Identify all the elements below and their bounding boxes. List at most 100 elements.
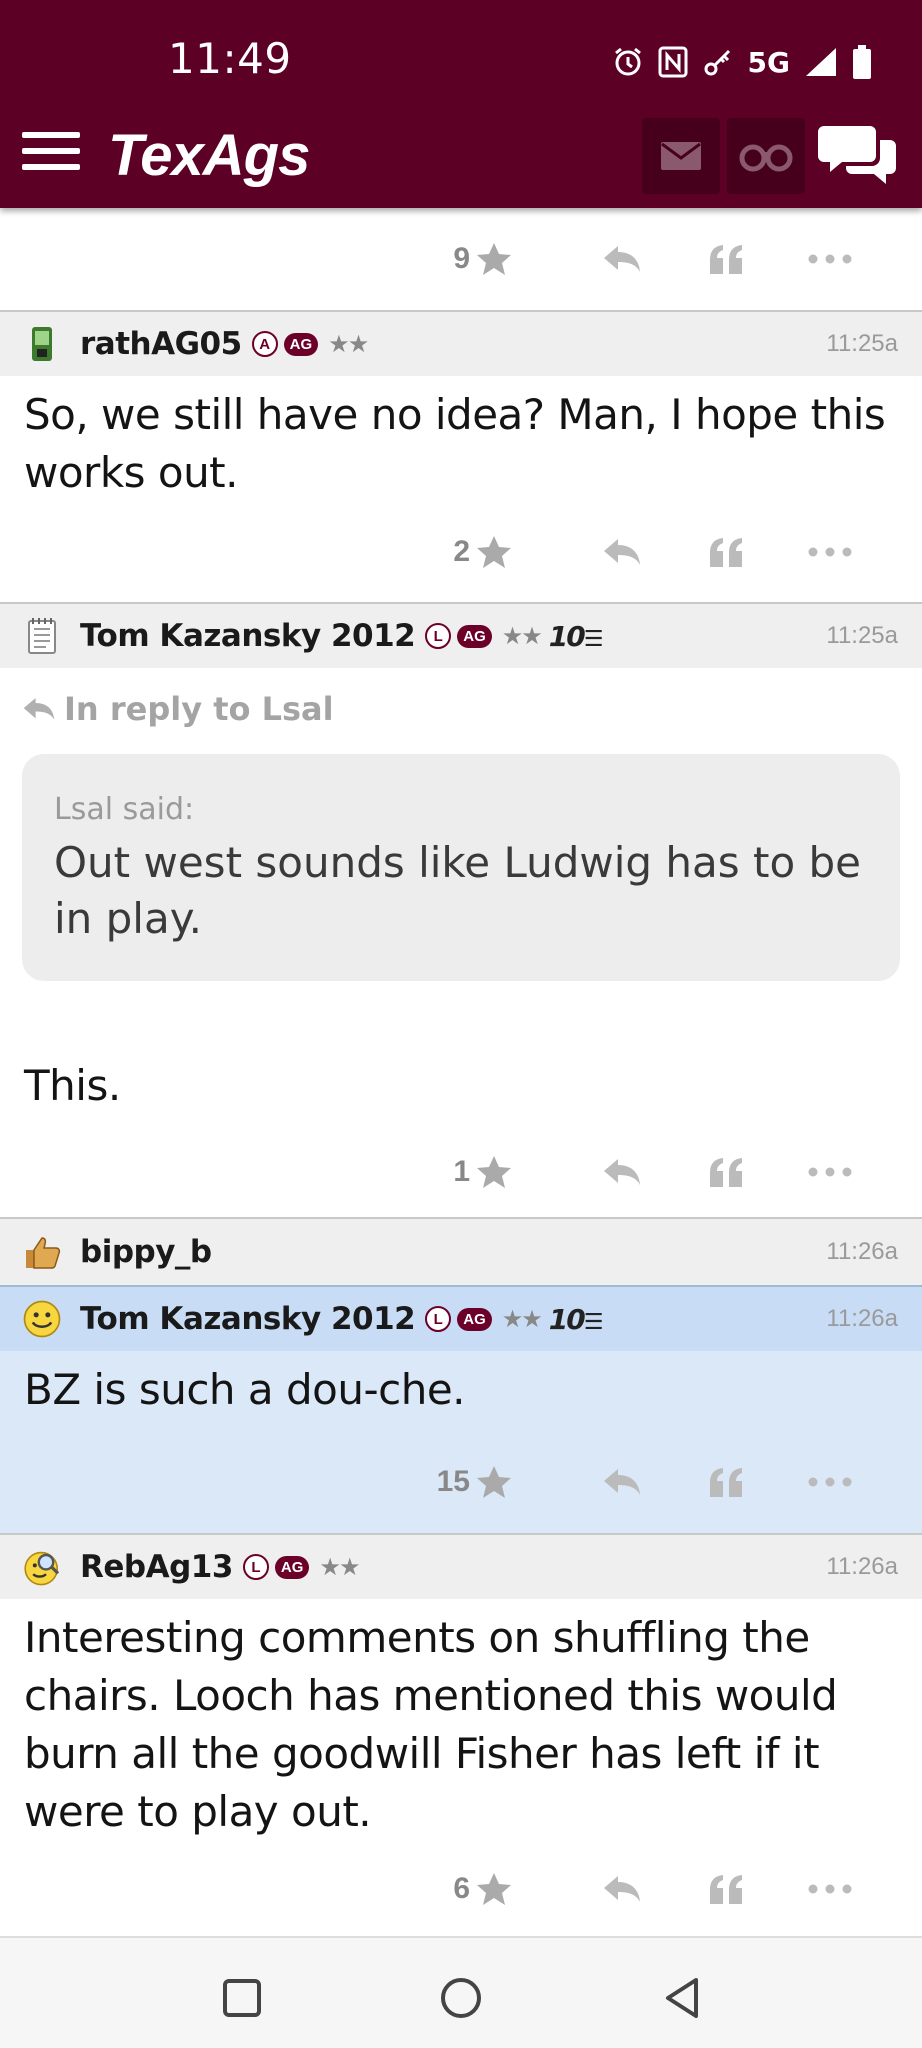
avatar[interactable]	[22, 324, 62, 364]
post-actions: 2	[0, 502, 922, 602]
watch-button[interactable]	[727, 118, 805, 194]
more-icon	[808, 254, 852, 264]
messages-button[interactable]	[642, 118, 720, 194]
star-icon	[477, 1156, 511, 1188]
post-score[interactable]: 1	[453, 1155, 512, 1189]
app-logo[interactable]: TexAgs	[108, 122, 310, 189]
post-score[interactable]: 15	[437, 1465, 512, 1499]
post-body: Interesting comments on shuffling the ch…	[24, 1613, 838, 1836]
post-time[interactable]: 11:26a	[826, 1553, 898, 1581]
post-score[interactable]: 2	[453, 535, 512, 569]
more-button[interactable]	[778, 1477, 882, 1487]
home-button[interactable]	[431, 1968, 491, 2028]
more-button[interactable]	[778, 1167, 882, 1177]
star-icon	[477, 1873, 511, 1905]
magnifier-smiley-avatar-icon	[24, 1551, 60, 1586]
member-badge: L	[242, 1554, 269, 1580]
post-body: This.	[24, 1061, 121, 1110]
post-actions: 15	[0, 1431, 922, 1533]
reply-button[interactable]	[570, 1157, 674, 1187]
avatar[interactable]	[22, 1299, 62, 1339]
post-header[interactable]: bippy_b 11:26a	[0, 1217, 922, 1285]
ag-badge: AG	[283, 332, 319, 356]
username[interactable]: Tom Kazansky 2012	[80, 1301, 416, 1337]
post-body: So, we still have no idea? Man, I hope t…	[24, 390, 886, 497]
post-score[interactable]: 9	[453, 242, 512, 276]
smiley-avatar-icon	[23, 1300, 61, 1338]
reply-icon	[604, 1159, 640, 1185]
highlighted-post: BZ is such a dou-che. 15	[0, 1351, 922, 1533]
more-icon	[808, 547, 852, 557]
status-time: 11:49	[168, 34, 292, 83]
reply-button[interactable]	[570, 1874, 674, 1904]
quote-text: Out west sounds like Ludwig has to be in…	[54, 838, 862, 943]
star-icon	[477, 243, 511, 275]
binoculars-icon	[739, 144, 793, 172]
in-reply-link[interactable]: In reply to Lsal	[0, 668, 922, 728]
post-time[interactable]: 11:26a	[826, 1238, 898, 1266]
username[interactable]: RebAg13	[80, 1549, 233, 1585]
battery-icon	[853, 45, 871, 79]
more-button[interactable]	[778, 1884, 882, 1894]
quote-icon	[710, 245, 742, 274]
in-reply-text: In reply to Lsal	[64, 690, 334, 728]
quote-button[interactable]	[674, 1467, 778, 1497]
rank-stars: ★★	[501, 622, 543, 650]
menu-button[interactable]	[22, 132, 80, 176]
thread-content: 9 rathAG05 A AG ★★ 11:25a So, we still h…	[0, 208, 922, 1939]
quote-icon	[710, 1468, 742, 1497]
avatar[interactable]	[22, 616, 62, 656]
post-time[interactable]: 11:25a	[826, 622, 898, 650]
nfc-icon	[658, 46, 688, 78]
post-header: RebAg13 L AG ★★ 11:26a	[0, 1533, 922, 1599]
rank-stars: ★★	[328, 330, 369, 358]
more-icon	[808, 1167, 852, 1177]
reply-button[interactable]	[570, 537, 674, 567]
reply-button[interactable]	[570, 1467, 674, 1497]
more-icon	[808, 1477, 852, 1487]
quote-icon	[710, 1158, 742, 1187]
notepad-avatar-icon	[28, 618, 56, 654]
status-bar: 11:49 5G	[0, 0, 922, 120]
post-actions: 1	[0, 1127, 922, 1217]
username[interactable]: Tom Kazansky 2012	[80, 618, 416, 654]
ag-badge: AG	[274, 1555, 310, 1579]
chat-button[interactable]	[818, 122, 914, 192]
quote-button[interactable]	[674, 1157, 778, 1187]
signal-icon	[806, 48, 836, 76]
post-header: rathAG05 A AG ★★ 11:25a	[0, 310, 922, 376]
reply-icon	[23, 697, 55, 721]
post-time[interactable]: 11:25a	[826, 330, 898, 358]
reply-icon	[604, 539, 640, 565]
quote-button[interactable]	[674, 244, 778, 274]
quote-button[interactable]	[674, 537, 778, 567]
reply-button[interactable]	[570, 244, 674, 274]
username[interactable]: rathAG05	[80, 326, 242, 362]
member-badge: L	[425, 1306, 452, 1332]
avatar[interactable]	[22, 1547, 62, 1587]
network-label: 5G	[747, 45, 790, 79]
rank-stars: ★★	[319, 1553, 360, 1581]
post-time[interactable]: 11:26a	[826, 1305, 898, 1333]
quote-button[interactable]	[674, 1874, 778, 1904]
more-button[interactable]	[778, 547, 882, 557]
username[interactable]: bippy_b	[80, 1234, 212, 1270]
reply-icon	[604, 1469, 640, 1495]
quote-block: Lsal said: Out west sounds like Ludwig h…	[22, 754, 900, 981]
post-actions: 9	[0, 208, 922, 310]
post-header: Tom Kazansky 2012 L AG ★★ 10☰ 11:26a	[0, 1285, 922, 1351]
more-button[interactable]	[778, 254, 882, 264]
avatar[interactable]	[22, 1232, 62, 1272]
ag-badge: AG	[457, 1307, 492, 1331]
back-button[interactable]	[652, 1968, 712, 2028]
star-icon	[477, 1466, 511, 1498]
post-score[interactable]: 6	[453, 1872, 512, 1906]
app-header: 11:49 5G TexAgs	[0, 0, 922, 208]
member-badge: A	[251, 331, 278, 357]
more-icon	[808, 1884, 852, 1894]
status-icons: 5G	[612, 40, 872, 84]
recents-button[interactable]	[212, 1968, 272, 2028]
post-actions: 6	[0, 1839, 922, 1939]
system-nav-bar	[0, 1936, 922, 2048]
years-badge: 10☰	[548, 1302, 604, 1336]
